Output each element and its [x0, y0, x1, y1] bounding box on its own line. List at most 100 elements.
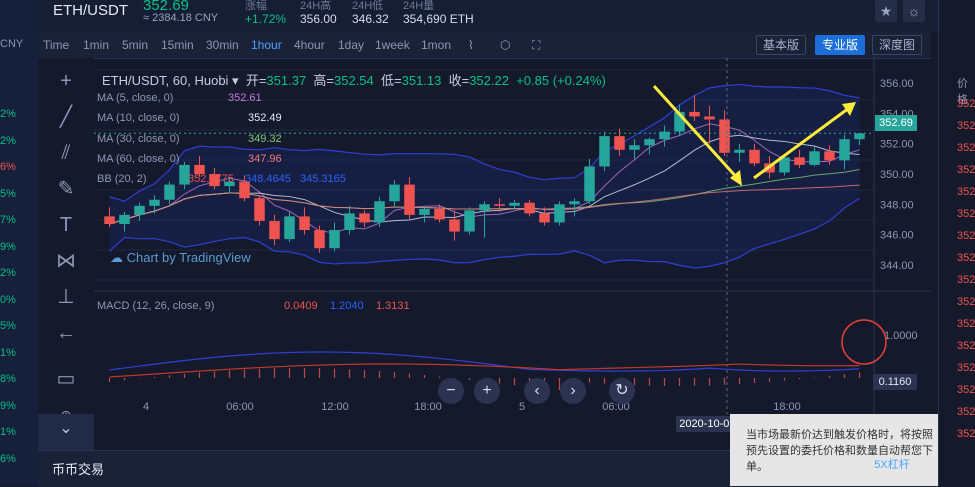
ma10-label[interactable]: MA (10, close, 0) [97, 112, 180, 124]
interval-5min[interactable]: 5min [122, 38, 148, 52]
interval-1mon[interactable]: 1mon [421, 38, 451, 52]
candle-body [584, 166, 595, 202]
scroll-left-button[interactable]: ‹ [524, 378, 550, 404]
orderbook-price[interactable]: 352 [957, 274, 975, 286]
reset-chart-button[interactable]: ↻ [609, 378, 635, 404]
pattern-tool-icon[interactable]: ⋈ [46, 246, 86, 276]
high-label-legend: 高= [313, 73, 334, 88]
spot-trading-tab[interactable]: 币币交易 [52, 459, 104, 478]
candle-body [104, 216, 115, 224]
zoom-out-button[interactable]: − [438, 378, 464, 404]
market-change-value[interactable]: 6% [0, 453, 38, 465]
market-change-value[interactable]: 2% [0, 135, 38, 147]
orderbook-price[interactable]: 352 [957, 362, 975, 374]
price-chart[interactable]: 356.00354.00352.00350.00348.00346.00344.… [94, 58, 931, 414]
brush-icon[interactable]: ✎ [46, 174, 86, 204]
open-label: 开= [245, 73, 267, 88]
market-change-value[interactable]: 5% [0, 188, 38, 200]
zoom-in-button[interactable]: + [474, 378, 500, 404]
trigger-order-tooltip: 当市场最新价达到触发价格时，将按照预先设置的委托价格和数量自动帮您下单。 5X杠… [730, 414, 938, 486]
interval-30min[interactable]: 30min [206, 38, 239, 52]
interval-time[interactable]: Time [43, 38, 69, 52]
crosshair-icon[interactable]: + [46, 66, 86, 96]
interval-toolbar: Time 1min 5min 15min 30min 1hour 4hour 1… [38, 32, 931, 59]
text-tool-icon[interactable]: T [46, 210, 86, 240]
orderbook-price[interactable]: 352 [957, 230, 975, 242]
orderbook-price[interactable]: 352 [957, 296, 975, 308]
price-tick-label: 356.00 [880, 78, 914, 90]
trend-line-icon[interactable]: ╱ [46, 102, 86, 132]
candle-body [824, 151, 835, 161]
collapse-toolbar-button[interactable]: ⌄ [38, 414, 94, 450]
market-change-value[interactable]: 1% [0, 347, 38, 359]
ma30-label[interactable]: MA (30, close, 0) [97, 133, 180, 145]
orderbook-price[interactable]: 352 [957, 384, 975, 396]
orderbook-price[interactable]: 352 [957, 340, 975, 352]
candle-body [284, 216, 295, 240]
bb-label[interactable]: BB (20, 2) [97, 173, 147, 185]
candle-body [749, 149, 760, 164]
drawing-toolbar: + ╱ ⫽ ✎ T ⋈ ⊥ ← ▭ ⊕ [38, 58, 94, 423]
orderbook-price[interactable]: 352 [957, 406, 975, 418]
back-arrow-icon[interactable]: ← [46, 318, 86, 348]
market-change-value[interactable]: 7% [0, 214, 38, 226]
market-change-value[interactable]: 2% [0, 108, 38, 120]
measure-tool-icon[interactable]: ⊥ [46, 282, 86, 312]
interval-1min[interactable]: 1min [83, 38, 109, 52]
interval-15min[interactable]: 15min [161, 38, 194, 52]
basic-view-button[interactable]: 基本版 [756, 35, 807, 55]
pro-view-button[interactable]: 专业版 [815, 35, 866, 55]
candle-body [299, 216, 310, 231]
candle-body [569, 201, 580, 205]
theme-sun-icon[interactable]: ☼ [903, 0, 925, 22]
candle-body [404, 184, 415, 215]
market-change-value[interactable]: 9% [0, 241, 38, 253]
ma5-label[interactable]: MA (5, close, 0) [97, 92, 173, 104]
leverage-badge[interactable]: 5X杠杆 [870, 457, 914, 473]
orderbook-price[interactable]: 352 [957, 98, 975, 110]
market-change-value[interactable]: 8% [0, 373, 38, 385]
cny-price: ≈ 2384.18 CNY [143, 12, 219, 24]
market-change-value[interactable]: 5% [0, 320, 38, 332]
depth-view-button[interactable]: 深度图 [872, 35, 923, 55]
time-tick-label: 18:00 [414, 401, 442, 413]
interval-1day[interactable]: 1day [338, 38, 364, 52]
candle-body [344, 213, 355, 231]
tradingview-watermark: ☁ Chart by TradingView [110, 250, 251, 265]
interval-1hour[interactable]: 1hour [251, 38, 282, 52]
symbol-title[interactable]: ETH/USDT [53, 2, 128, 19]
orderbook-price[interactable]: 352 [957, 164, 975, 176]
candle-body [149, 199, 160, 206]
orderbook-price[interactable]: 352 [957, 318, 975, 330]
price-tick-label: 346.00 [880, 230, 914, 242]
fib-tool-icon[interactable]: ⫽ [46, 138, 86, 168]
orderbook-price[interactable]: 352 [957, 428, 975, 440]
interval-1week[interactable]: 1week [375, 38, 410, 52]
market-change-value[interactable]: 6% [0, 161, 38, 173]
orderbook-price[interactable]: 352 [957, 208, 975, 220]
ruler-icon[interactable]: ▭ [46, 364, 86, 394]
orderbook-price[interactable]: 352 [957, 142, 975, 154]
candle-body [254, 198, 265, 221]
interval-4hour[interactable]: 4hour [294, 38, 325, 52]
ma10-value: 352.49 [248, 112, 282, 124]
macd-label[interactable]: MACD (12, 26, close, 9) [97, 300, 214, 312]
orderbook-price[interactable]: 352 [957, 120, 975, 132]
market-change-value[interactable]: 2% [0, 267, 38, 279]
orderbook-price[interactable]: 352 [957, 252, 975, 264]
low-value-legend: 351.13 [401, 73, 442, 88]
indicator-settings-icon[interactable]: ⬡ [500, 38, 510, 52]
favorite-star-icon[interactable]: ★ [875, 0, 897, 22]
market-change-value[interactable]: 1% [0, 426, 38, 438]
close-label-legend: 收= [448, 73, 470, 88]
chart-style-icon[interactable]: ⌇ [468, 38, 474, 52]
orderbook-price[interactable]: 352 [957, 186, 975, 198]
fullscreen-icon[interactable]: ⛶ [532, 38, 540, 53]
market-change-value[interactable]: 0% [0, 294, 38, 306]
market-change-value[interactable]: 9% [0, 400, 38, 412]
legend-symbol[interactable]: ETH/USDT, 60, Huobi [102, 73, 228, 88]
scroll-right-button[interactable]: › [560, 378, 586, 404]
ma60-label[interactable]: MA (60, close, 0) [97, 153, 180, 165]
candle-body [809, 151, 820, 165]
candle-body [359, 213, 370, 223]
